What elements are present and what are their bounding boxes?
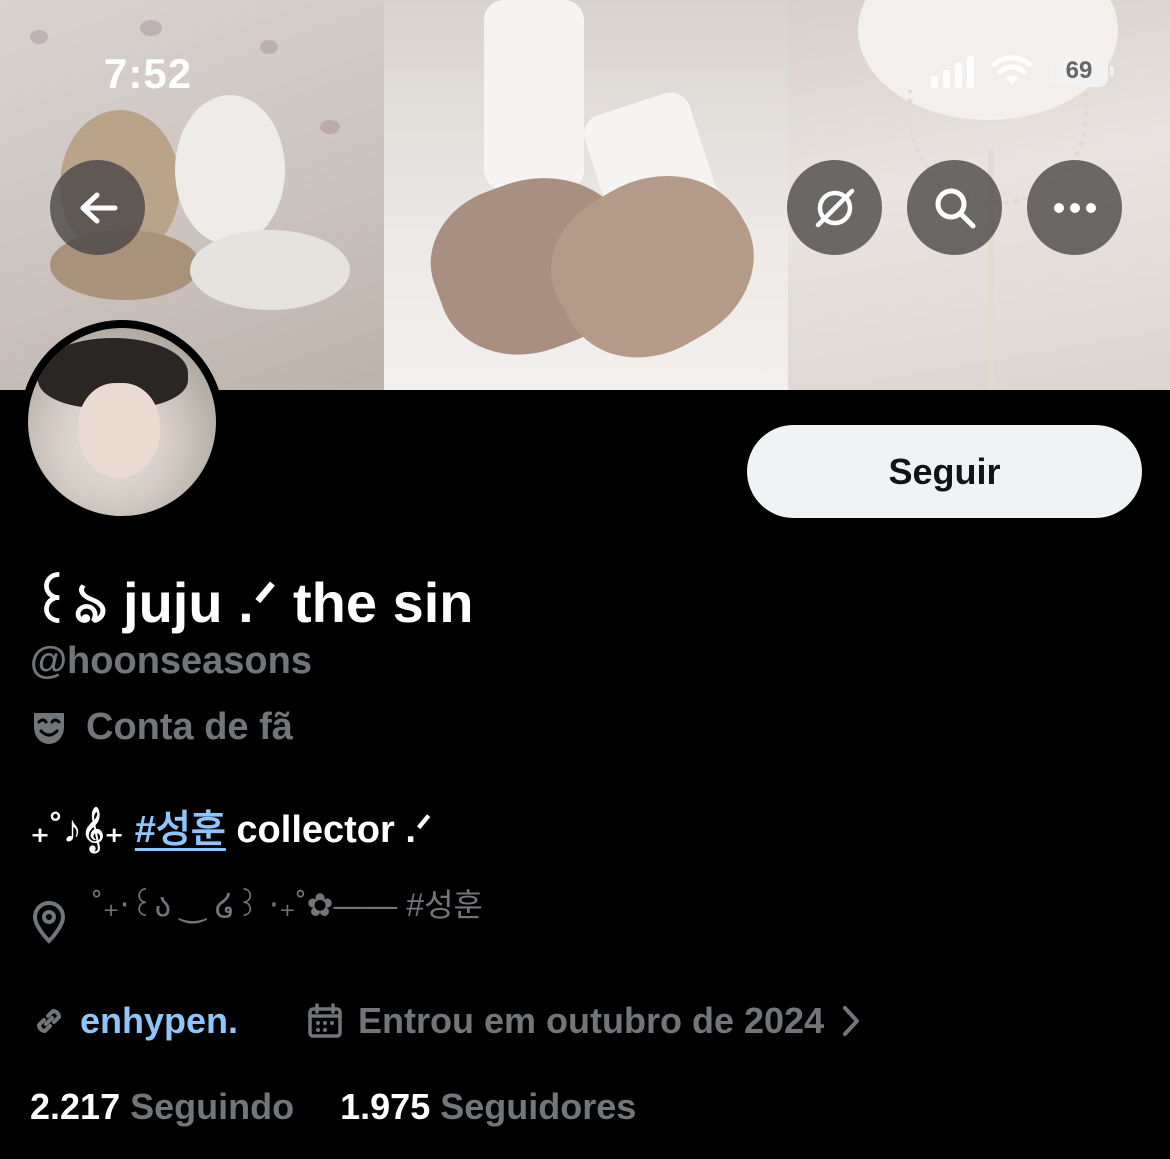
cellular-signal-icon bbox=[931, 54, 974, 88]
white-bunny bbox=[175, 95, 285, 245]
wallpaper-flower bbox=[140, 20, 162, 36]
location-pin-icon bbox=[32, 901, 66, 944]
follow-button[interactable]: Seguir bbox=[747, 425, 1142, 518]
more-button[interactable] bbox=[1027, 160, 1122, 255]
search-icon bbox=[935, 188, 975, 228]
battery-indicator: 69 bbox=[1050, 55, 1114, 87]
fan-account-label: Conta de fã bbox=[30, 706, 293, 749]
website-link[interactable]: enhypen. bbox=[80, 1000, 238, 1042]
link-icon bbox=[36, 1008, 62, 1034]
bio-suffix: collector .ᐟ bbox=[225, 809, 433, 851]
grok-icon bbox=[815, 188, 854, 227]
following-label: Seguindo bbox=[130, 1086, 295, 1127]
following-link[interactable]: 2.217 Seguindo bbox=[30, 1086, 294, 1127]
avatar-face bbox=[78, 383, 160, 478]
location-text: ˚₊‧꒰ა ‿ ໒꒱ ‧₊˚✿—— #성훈 bbox=[92, 887, 483, 923]
avatar-photo bbox=[28, 328, 216, 516]
bio-hashtag-link[interactable]: #성훈 bbox=[135, 809, 226, 851]
back-button[interactable] bbox=[50, 160, 145, 255]
grok-button[interactable] bbox=[787, 160, 882, 255]
chevron-right-icon[interactable] bbox=[838, 1003, 864, 1039]
user-handle: @hoonseasons bbox=[30, 640, 312, 682]
joined-date: Entrou em outubro de 2024 bbox=[358, 1000, 825, 1041]
followers-link[interactable]: 1.975 Seguidores bbox=[340, 1086, 636, 1127]
wallpaper-flower bbox=[320, 120, 340, 134]
profile-bio: ₊˚♪𝄞₊ #성훈 collector .ᐟ bbox=[30, 798, 432, 853]
followers-count: 1.975 bbox=[340, 1086, 431, 1127]
white-bunny-legs bbox=[190, 230, 350, 310]
follow-stats: 2.217 Seguindo 1.975 Seguidores bbox=[30, 1086, 636, 1128]
wifi-icon bbox=[992, 55, 1032, 85]
account-label-text: Conta de fã bbox=[86, 706, 293, 748]
profile-meta-row: enhypen. Entrou em outubro de 2024 bbox=[30, 1000, 864, 1042]
theater-mask-icon bbox=[34, 712, 64, 744]
status-time: 7:52 bbox=[104, 50, 193, 97]
search-button[interactable] bbox=[907, 160, 1002, 255]
followers-label: Seguidores bbox=[440, 1086, 637, 1127]
following-count: 2.217 bbox=[30, 1086, 121, 1127]
more-dots-icon bbox=[1053, 202, 1096, 213]
sock-left bbox=[484, 0, 584, 190]
calendar-icon bbox=[308, 1003, 342, 1038]
banner-photo-shoes bbox=[384, 0, 788, 390]
wallpaper-flower bbox=[260, 40, 278, 54]
back-arrow-icon bbox=[80, 192, 117, 223]
status-indicators: 69 bbox=[931, 54, 1114, 88]
location-row: ˚₊‧꒰ა ‿ ໒꒱ ‧₊˚✿—— #성훈 bbox=[30, 876, 483, 944]
profile-avatar[interactable] bbox=[20, 320, 224, 524]
wallpaper-flower bbox=[30, 30, 48, 44]
bio-prefix: ₊˚♪𝄞₊ bbox=[30, 809, 135, 851]
